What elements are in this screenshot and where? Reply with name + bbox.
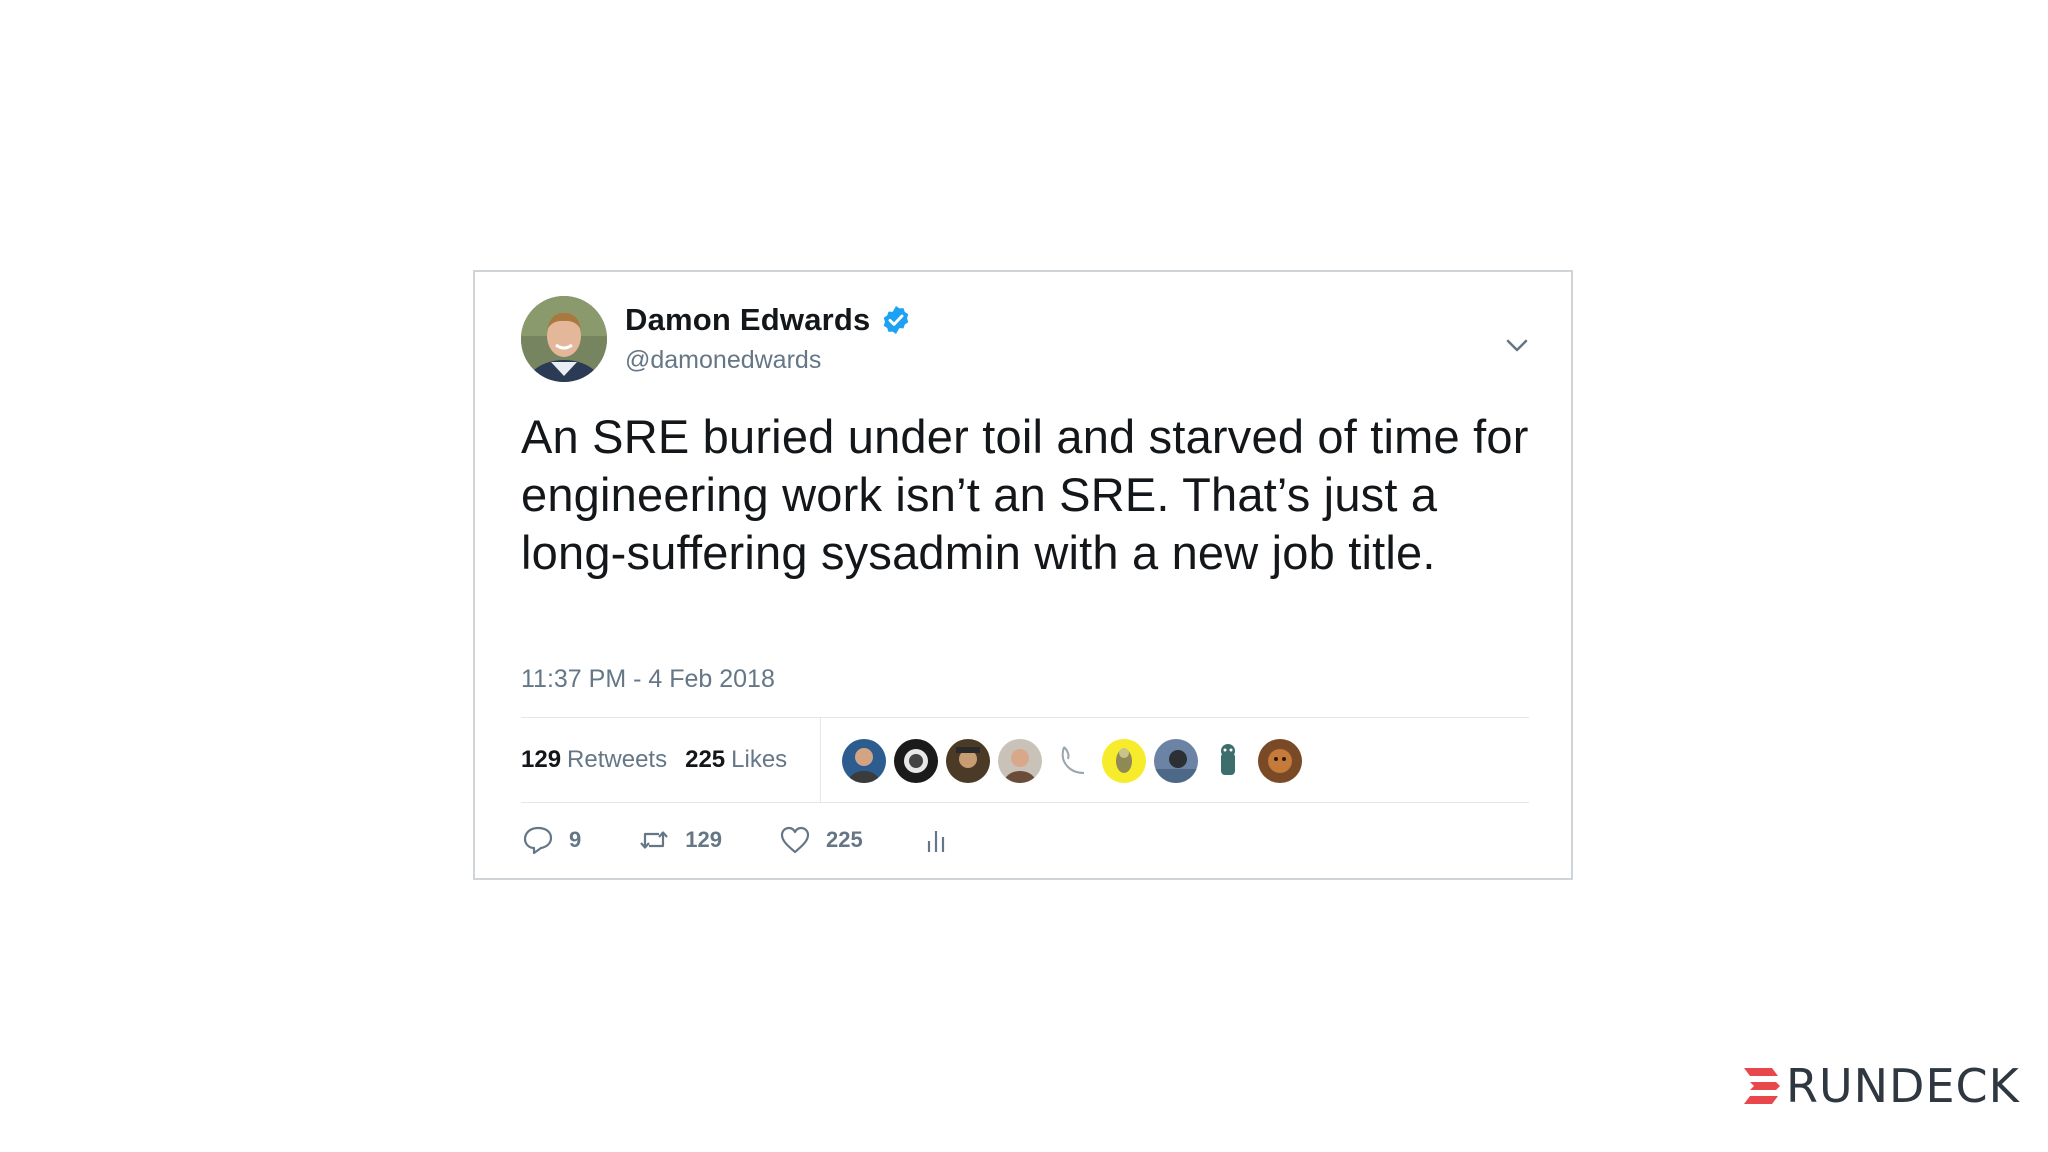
reply-button[interactable]: 9 <box>521 823 581 857</box>
tweet-timestamp[interactable]: 11:37 PM - 4 Feb 2018 <box>521 665 775 694</box>
retweet-button[interactable]: 129 <box>637 823 722 857</box>
liker-avatar[interactable] <box>1258 739 1302 783</box>
chevron-down-icon[interactable] <box>1502 330 1532 360</box>
reply-icon <box>521 823 555 857</box>
likes-count: 225 <box>685 746 726 773</box>
liker-avatar[interactable] <box>1206 739 1250 783</box>
liker-avatar[interactable] <box>842 739 886 783</box>
tweet-actions: 9 129 225 <box>521 820 1009 860</box>
author-name-row: Damon Edwards <box>625 298 912 342</box>
divider <box>521 802 1529 803</box>
analytics-icon <box>919 823 953 857</box>
liker-avatar[interactable] <box>1102 739 1146 783</box>
retweets-stat[interactable]: 129 Retweets <box>521 746 667 774</box>
like-count: 225 <box>825 827 863 852</box>
author-avatar[interactable] <box>521 296 607 382</box>
rundeck-logo: RUNDECK <box>1742 1059 2020 1113</box>
reply-count: 9 <box>569 827 582 852</box>
rundeck-logo-text: RUNDECK <box>1786 1059 2020 1113</box>
retweets-count: 129 <box>521 746 562 773</box>
likes-label: Likes <box>731 746 788 773</box>
author-handle[interactable]: @damonedwards <box>625 346 821 375</box>
tweet-stats: 129 Retweets 225 Likes <box>521 718 805 802</box>
retweet-count: 129 <box>685 827 722 852</box>
liker-avatar[interactable] <box>946 739 990 783</box>
stats-separator <box>820 718 821 802</box>
likes-stat[interactable]: 225 Likes <box>685 746 787 774</box>
author-display-name[interactable]: Damon Edwards <box>625 302 870 338</box>
retweet-icon <box>637 823 671 857</box>
liker-avatar[interactable] <box>894 739 938 783</box>
liker-avatar[interactable] <box>1050 739 1094 783</box>
tweet-card: Damon Edwards @damonedwards An SRE burie… <box>473 270 1573 880</box>
retweets-label: Retweets <box>567 746 668 773</box>
heart-icon <box>778 823 812 857</box>
liker-avatar[interactable] <box>1154 739 1198 783</box>
verified-badge-icon <box>880 304 912 336</box>
analytics-button[interactable] <box>919 823 953 857</box>
rundeck-logo-icon <box>1742 1066 1782 1106</box>
like-button[interactable]: 225 <box>778 823 863 857</box>
liker-avatars <box>842 738 1310 784</box>
liker-avatar[interactable] <box>998 739 1042 783</box>
tweet-text: An SRE buried under toil and starved of … <box>521 410 1529 579</box>
